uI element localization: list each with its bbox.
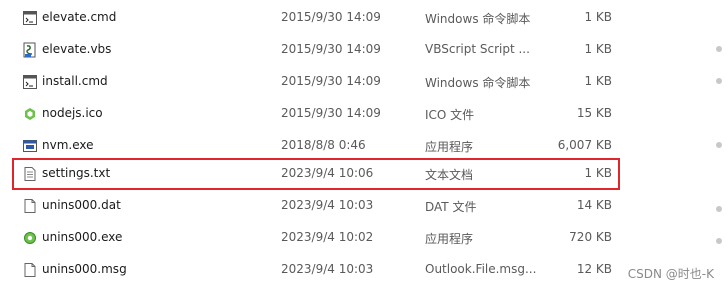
file-date: 2015/9/30 14:09 — [281, 10, 381, 24]
vbs-icon — [22, 42, 38, 58]
file-date: 2023/9/4 10:06 — [281, 166, 374, 180]
file-row-unins000-msg[interactable]: unins000.msg 2023/9/4 10:03 Outlook.File… — [14, 254, 618, 286]
cmd-icon — [22, 10, 38, 26]
file-size: 6,007 KB — [557, 138, 612, 152]
file-date: 2023/9/4 10:03 — [281, 198, 374, 212]
file-size: 1 KB — [584, 74, 612, 88]
file-size: 14 KB — [576, 198, 612, 212]
file-date: 2023/9/4 10:02 — [281, 230, 374, 244]
file-type: DAT 文件 — [425, 200, 477, 214]
file-name: unins000.exe — [42, 230, 123, 244]
file-name: elevate.vbs — [42, 42, 112, 56]
scroll-indicator — [716, 78, 722, 84]
watermark: CSDN @时也-K — [627, 267, 714, 281]
file-name: unins000.dat — [42, 198, 121, 212]
file-icon — [22, 198, 38, 214]
file-row-settings-txt[interactable]: settings.txt 2023/9/4 10:06 文本文档 1 KB — [12, 158, 620, 190]
file-size: 15 KB — [576, 106, 612, 120]
scroll-indicator — [716, 142, 722, 148]
file-size: 1 KB — [584, 166, 612, 180]
txt-icon — [22, 166, 38, 182]
cmd-icon — [22, 74, 38, 90]
file-date: 2023/9/4 10:03 — [281, 262, 374, 276]
file-type: 应用程序 — [425, 232, 474, 246]
file-date: 2015/9/30 14:09 — [281, 42, 381, 56]
file-row-unins000-exe[interactable]: unins000.exe 2023/9/4 10:02 应用程序 720 KB — [14, 222, 618, 254]
file-date: 2015/9/30 14:09 — [281, 106, 381, 120]
file-type: ICO 文件 — [425, 108, 475, 122]
file-size: 12 KB — [576, 262, 612, 276]
scroll-indicator — [716, 46, 722, 52]
scroll-indicator — [716, 238, 722, 244]
file-row-nodejs-ico[interactable]: nodejs.ico 2015/9/30 14:09 ICO 文件 15 KB — [14, 98, 618, 130]
installer-icon — [22, 230, 38, 246]
file-row-install-cmd[interactable]: install.cmd 2015/9/30 14:09 Windows 命令脚本… — [14, 66, 618, 98]
file-row-unins000-dat[interactable]: unins000.dat 2023/9/4 10:03 DAT 文件 14 KB — [14, 190, 618, 222]
file-size: 1 KB — [584, 10, 612, 24]
file-name: install.cmd — [42, 74, 108, 88]
file-name: unins000.msg — [42, 262, 127, 276]
file-type: Outlook.File.msg... — [425, 262, 537, 276]
file-name: settings.txt — [42, 166, 111, 180]
scroll-indicator — [716, 206, 722, 212]
file-type: 文本文档 — [425, 168, 474, 182]
file-date: 2015/9/30 14:09 — [281, 74, 381, 88]
file-row-elevate-vbs[interactable]: elevate.vbs 2015/9/30 14:09 VBScript Scr… — [14, 34, 618, 66]
file-type: Windows 命令脚本 — [425, 12, 531, 26]
file-type: 应用程序 — [425, 140, 474, 154]
file-type: Windows 命令脚本 — [425, 76, 531, 90]
file-list: elevate.cmd 2015/9/30 14:09 Windows 命令脚本… — [0, 0, 728, 296]
file-date: 2018/8/8 0:46 — [281, 138, 366, 152]
file-row-elevate-cmd[interactable]: elevate.cmd 2015/9/30 14:09 Windows 命令脚本… — [14, 2, 618, 34]
file-size: 1 KB — [584, 42, 612, 56]
file-name: elevate.cmd — [42, 10, 117, 24]
file-icon — [22, 262, 38, 278]
file-type: VBScript Script ... — [425, 42, 530, 56]
file-size: 720 KB — [569, 230, 612, 244]
file-name: nodejs.ico — [42, 106, 103, 120]
file-name: nvm.exe — [42, 138, 94, 152]
nodejs-icon — [22, 106, 38, 122]
exe-icon — [22, 138, 38, 154]
